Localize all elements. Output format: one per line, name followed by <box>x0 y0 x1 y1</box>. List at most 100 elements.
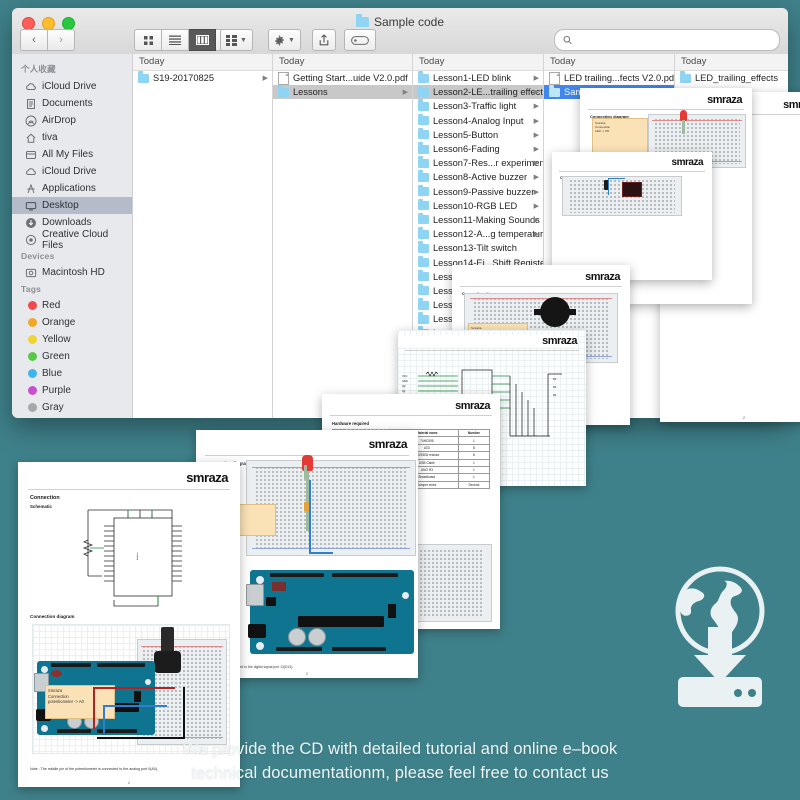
search-field[interactable] <box>554 29 780 51</box>
file-row[interactable]: Getting Start...uide V2.0.pdf <box>273 71 412 85</box>
file-row[interactable]: Lesson9-Passive buzzer▶ <box>413 185 543 199</box>
brand-logo: smraza <box>580 94 742 106</box>
globe-download-icon <box>662 565 778 715</box>
tag-button[interactable] <box>344 29 376 51</box>
airdrop-icon <box>25 115 37 127</box>
tag-dot-icon <box>25 368 37 380</box>
table-cell: 8 <box>458 452 489 459</box>
file-row[interactable]: Lesson5-Button▶ <box>413 128 543 142</box>
promo-line-1: We provide the CD with detailed tutorial… <box>40 738 760 762</box>
sidebar-item-label: Yellow <box>42 334 71 345</box>
tag-dot-icon <box>25 317 37 329</box>
disclosure-arrow-icon: ▶ <box>534 230 539 238</box>
sidebar-item-all-my-files[interactable]: All My Files <box>12 146 132 163</box>
sidebar-item-red[interactable]: Red <box>12 297 132 314</box>
sidebar-item-icloud-drive[interactable]: iCloud Drive <box>12 163 132 180</box>
forward-button[interactable]: › <box>48 29 75 51</box>
folder-icon <box>418 244 429 253</box>
sidebar-item-tiva[interactable]: tiva <box>12 129 132 146</box>
sidebar-item-desktop[interactable]: Desktop <box>12 197 132 214</box>
file-row[interactable]: Lesson2-LE...trailing effects▶ <box>413 85 543 99</box>
disclosure-arrow-icon: ▶ <box>534 202 539 210</box>
section-title: Hardware required <box>332 421 500 426</box>
section-title-diagram: Connection diagram <box>30 614 74 619</box>
arrange-icon <box>226 35 237 46</box>
table-cell: 1 <box>458 437 489 444</box>
downloads-icon <box>25 217 37 229</box>
sidebar-item-macintosh-hd[interactable]: Macintosh HD <box>12 264 132 281</box>
folder-icon <box>418 201 429 210</box>
sidebar-item-icloud-drive[interactable]: iCloud Drive <box>12 78 132 95</box>
file-row[interactable]: Lesson4-Analog Input▶ <box>413 114 543 128</box>
pdf-file-icon <box>549 72 560 85</box>
folder-icon <box>418 258 429 267</box>
icon-view-button[interactable] <box>134 29 162 51</box>
tag-dot-icon <box>28 386 37 395</box>
file-row[interactable]: Lesson8-Active buzzer▶ <box>413 170 543 184</box>
file-row[interactable]: S19-20170825▶ <box>133 71 272 85</box>
sidebar-item-orange[interactable]: Orange <box>12 314 132 331</box>
file-row[interactable]: Lesson11-Making Sounds▶ <box>413 213 543 227</box>
file-name: Lesson6-Fading <box>433 144 500 154</box>
sidebar-item-green[interactable]: Green <box>12 348 132 365</box>
column-header: Today <box>133 54 272 71</box>
column-view-button[interactable] <box>189 29 216 51</box>
sidebar-item-label: Blue <box>42 368 62 379</box>
svg-text:VCC: VCC <box>402 374 408 378</box>
sidebar-item-documents[interactable]: Documents <box>12 95 132 112</box>
toolbar: ‹ › <box>12 28 788 52</box>
file-name: Lesson9-Passive buzzer <box>433 187 534 197</box>
promo-text: We provide the CD with detailed tutorial… <box>0 738 800 786</box>
file-row[interactable]: LED_trailing_effects▶ <box>675 71 788 85</box>
sidebar-item-label: Downloads <box>42 217 91 228</box>
file-name: Lesson2-LE...trailing effects <box>433 87 544 97</box>
sidebar-item-label: Orange <box>42 317 75 328</box>
list-view-button[interactable] <box>162 29 189 51</box>
table-cell: 1 <box>458 459 489 466</box>
file-row[interactable]: Lesson7-Res...r experiment▶ <box>413 156 543 170</box>
file-row[interactable]: Lesson10-RGB LED▶ <box>413 199 543 213</box>
share-button[interactable] <box>312 29 336 51</box>
tag-dot-icon <box>28 403 37 412</box>
sidebar-item-blue[interactable]: Blue <box>12 365 132 382</box>
file-row[interactable]: Lesson3-Traffic light▶ <box>413 99 543 113</box>
file-row[interactable]: Lesson12-A...g temperature▶ <box>413 227 543 241</box>
file-row[interactable]: Lesson13-Tilt switch <box>413 241 543 255</box>
sidebar-item-airdrop[interactable]: AirDrop <box>12 112 132 129</box>
file-name: LED_trailing_effects <box>695 73 778 83</box>
table-cell: 1 <box>458 474 489 481</box>
svg-text:Arduino: Arduino <box>136 552 139 560</box>
svg-text:D2: D2 <box>553 377 557 381</box>
back-button[interactable]: ‹ <box>20 29 48 51</box>
sidebar-item-purple[interactable]: Purple <box>12 382 132 399</box>
folder-icon <box>680 74 691 83</box>
file-row[interactable]: LED trailing...fects V2.0.pdf <box>544 71 674 85</box>
action-menu-button[interactable]: ▼ <box>268 29 301 51</box>
sidebar-item-creative-cloud-files[interactable]: Creative Cloud Files <box>12 231 132 248</box>
sidebar: 个人收藏iCloud DriveDocumentsAirDroptivaAll … <box>12 54 133 418</box>
nav-buttons[interactable]: ‹ › <box>20 29 75 51</box>
search-input[interactable] <box>577 34 771 47</box>
arrange-button[interactable]: ▼ <box>220 29 253 51</box>
folder-icon <box>278 88 289 97</box>
folder-icon <box>418 187 429 196</box>
chevron-right-icon: › <box>59 34 63 46</box>
svg-text:D3: D3 <box>553 385 557 389</box>
gear-icon <box>274 35 285 46</box>
sidebar-item-label: Documents <box>42 98 93 109</box>
sidebar-item-applications[interactable]: Applications <box>12 180 132 197</box>
tag-dot-icon <box>28 335 37 344</box>
file-row[interactable]: Lesson1-LED blink▶ <box>413 71 543 85</box>
window-title: Sample code <box>12 15 788 29</box>
file-name: Lesson13-Tilt switch <box>433 243 517 253</box>
pdf-file-icon <box>278 72 289 85</box>
tag-dot-icon <box>28 352 37 361</box>
file-row[interactable]: Lessons▶ <box>273 85 412 99</box>
sidebar-item-gray[interactable]: Gray <box>12 399 132 416</box>
tag-dot-icon <box>28 301 37 310</box>
sidebar-item-yellow[interactable]: Yellow <box>12 331 132 348</box>
file-row[interactable]: Lesson6-Fading▶ <box>413 142 543 156</box>
svg-text:Q1: Q1 <box>402 389 406 393</box>
chevron-down-icon: ▼ <box>288 37 295 44</box>
brand-logo: smraza <box>552 157 703 168</box>
